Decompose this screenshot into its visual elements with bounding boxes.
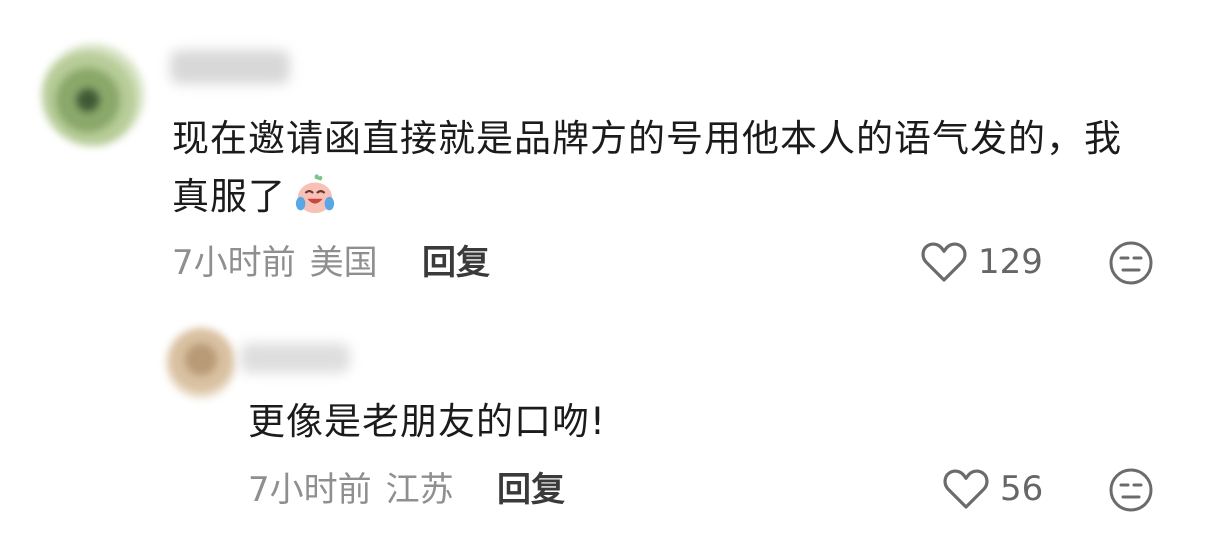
meh-face-icon[interactable] [1108, 240, 1154, 286]
avatar[interactable] [42, 44, 144, 146]
meh-face-icon[interactable] [1108, 467, 1154, 513]
comment-body: 现在邀请函直接就是品牌方的号用他本人的语气发的，我真服了 [172, 110, 1132, 226]
comment-body: 更像是老朋友的口吻! [248, 393, 948, 451]
location: 江苏 [385, 470, 454, 510]
comment-meta: 7小时前 美国 [172, 243, 378, 283]
username-blurred[interactable] [240, 343, 350, 373]
reply-button[interactable]: 回复 [497, 470, 565, 510]
avatar[interactable] [166, 328, 236, 398]
username-blurred[interactable] [170, 50, 290, 84]
heart-outline-icon [921, 242, 967, 282]
location: 美国 [309, 243, 378, 283]
like-button[interactable]: 129 [920, 240, 1043, 284]
like-button[interactable]: 56 [942, 467, 1043, 511]
crying-laughing-peach-emoji [295, 174, 335, 214]
comment-text: 更像是老朋友的口吻! [248, 400, 606, 443]
timestamp: 7小时前 [248, 470, 372, 510]
like-count: 56 [1000, 469, 1044, 509]
timestamp: 7小时前 [172, 243, 296, 283]
reply-button[interactable]: 回复 [422, 243, 490, 283]
heart-outline-icon [943, 469, 989, 509]
comment-meta: 7小时前 江苏 [248, 470, 454, 510]
like-count: 129 [978, 242, 1043, 282]
